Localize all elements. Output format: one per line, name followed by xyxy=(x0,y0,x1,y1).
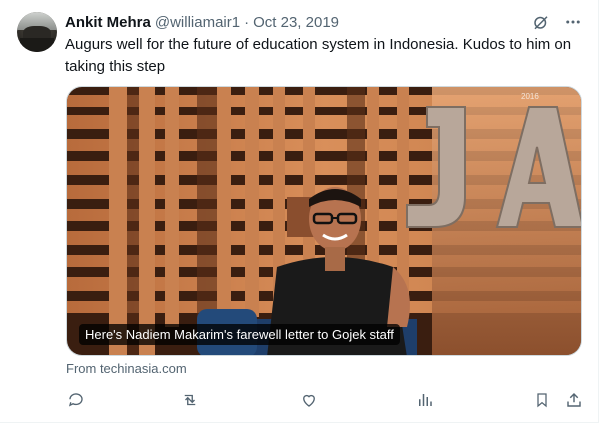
avatar[interactable] xyxy=(17,12,57,52)
grok-icon[interactable] xyxy=(532,13,550,31)
author-handle[interactable]: @williamair1 xyxy=(155,14,240,31)
separator-dot: · xyxy=(244,13,250,31)
tweet-date[interactable]: Oct 23, 2019 xyxy=(253,14,339,31)
avatar-shape xyxy=(20,38,54,52)
tweet-header: Ankit Mehra @williamair1 · Oct 23, 2019 xyxy=(65,12,582,32)
author-name[interactable]: Ankit Mehra xyxy=(65,14,151,31)
card-caption: Here's Nadiem Makarim's farewell letter … xyxy=(79,324,400,345)
tweet[interactable]: Ankit Mehra @williamair1 · Oct 23, 2019 … xyxy=(0,0,599,423)
tweet-text: Augurs well for the future of education … xyxy=(65,36,572,75)
retweet-icon[interactable] xyxy=(180,390,200,410)
card-image: 2016 xyxy=(67,87,581,355)
share-icon[interactable] xyxy=(564,390,584,410)
action-bar xyxy=(66,390,584,412)
card-source[interactable]: From techinasia.com xyxy=(66,361,187,376)
bookmark-icon[interactable] xyxy=(532,390,552,410)
year-mark: 2016 xyxy=(521,92,539,101)
reply-icon[interactable] xyxy=(66,390,86,410)
header-actions xyxy=(532,12,582,32)
more-icon[interactable] xyxy=(564,13,582,31)
link-card[interactable]: 2016 Here's Nadiem Makarim's farewell le… xyxy=(66,86,582,356)
views-icon[interactable] xyxy=(415,390,435,410)
like-icon[interactable] xyxy=(299,390,319,410)
